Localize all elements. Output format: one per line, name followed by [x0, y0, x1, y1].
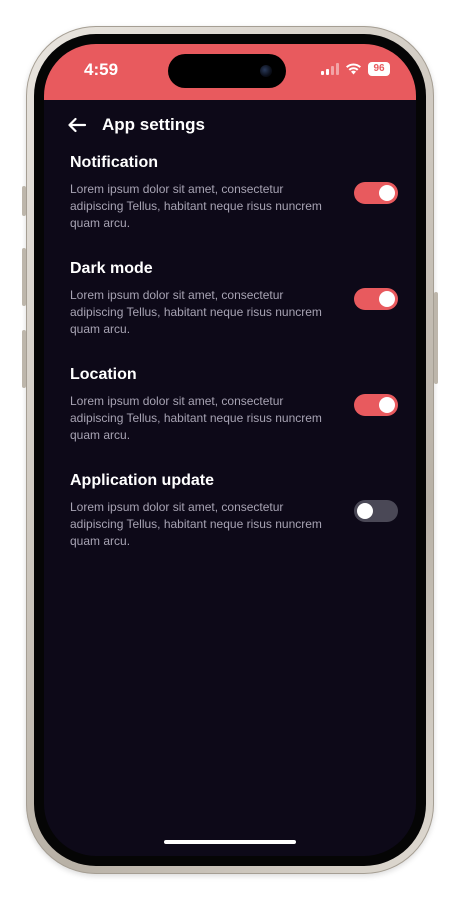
setting-title: Dark mode: [70, 260, 153, 277]
settings-list: Notification Lorem ipsum dolor sit amet,…: [70, 152, 398, 576]
page-title: App settings: [102, 115, 205, 134]
setting-notification: Notification Lorem ipsum dolor sit amet,…: [70, 152, 398, 258]
app-header: App settings: [64, 110, 205, 140]
toggle-knob: [379, 291, 395, 307]
volume-down-button: [22, 330, 26, 388]
setting-dark-mode: Dark mode Lorem ipsum dolor sit amet, co…: [70, 258, 398, 364]
toggle-knob: [379, 397, 395, 413]
application-update-toggle[interactable]: [354, 500, 398, 522]
screen: 4:59 96 App settings Notification Lorem …: [44, 44, 416, 856]
setting-description: Lorem ipsum dolor sit amet, consectetur …: [70, 500, 322, 548]
setting-title: Notification: [70, 154, 158, 171]
setting-title: Location: [70, 366, 137, 383]
setting-description: Lorem ipsum dolor sit amet, consectetur …: [70, 182, 322, 230]
status-icons: 96: [321, 62, 390, 76]
battery-icon: 96: [368, 62, 390, 76]
toggle-knob: [357, 503, 373, 519]
setting-description: Lorem ipsum dolor sit amet, consectetur …: [70, 288, 322, 336]
dynamic-island: [168, 54, 286, 88]
back-button[interactable]: [64, 112, 90, 138]
setting-title: Application update: [70, 472, 214, 489]
power-button: [434, 292, 438, 384]
action-button: [22, 186, 26, 216]
notification-toggle[interactable]: [354, 182, 398, 204]
phone-bezel: 4:59 96 App settings Notification Lorem …: [34, 34, 426, 866]
phone-frame: 4:59 96 App settings Notification Lorem …: [22, 26, 438, 874]
home-indicator[interactable]: [164, 840, 296, 844]
status-bar: 4:59 96: [44, 44, 416, 100]
dark-mode-toggle[interactable]: [354, 288, 398, 310]
location-toggle[interactable]: [354, 394, 398, 416]
volume-up-button: [22, 248, 26, 306]
cellular-signal-icon: [321, 63, 339, 75]
setting-application-update: Application update Lorem ipsum dolor sit…: [70, 470, 398, 576]
camera-icon: [260, 65, 272, 77]
toggle-knob: [379, 185, 395, 201]
setting-location: Location Lorem ipsum dolor sit amet, con…: [70, 364, 398, 470]
setting-description: Lorem ipsum dolor sit amet, consectetur …: [70, 394, 322, 442]
status-time: 4:59: [84, 60, 119, 79]
wifi-icon: [346, 63, 361, 75]
arrow-left-icon: [68, 117, 87, 133]
